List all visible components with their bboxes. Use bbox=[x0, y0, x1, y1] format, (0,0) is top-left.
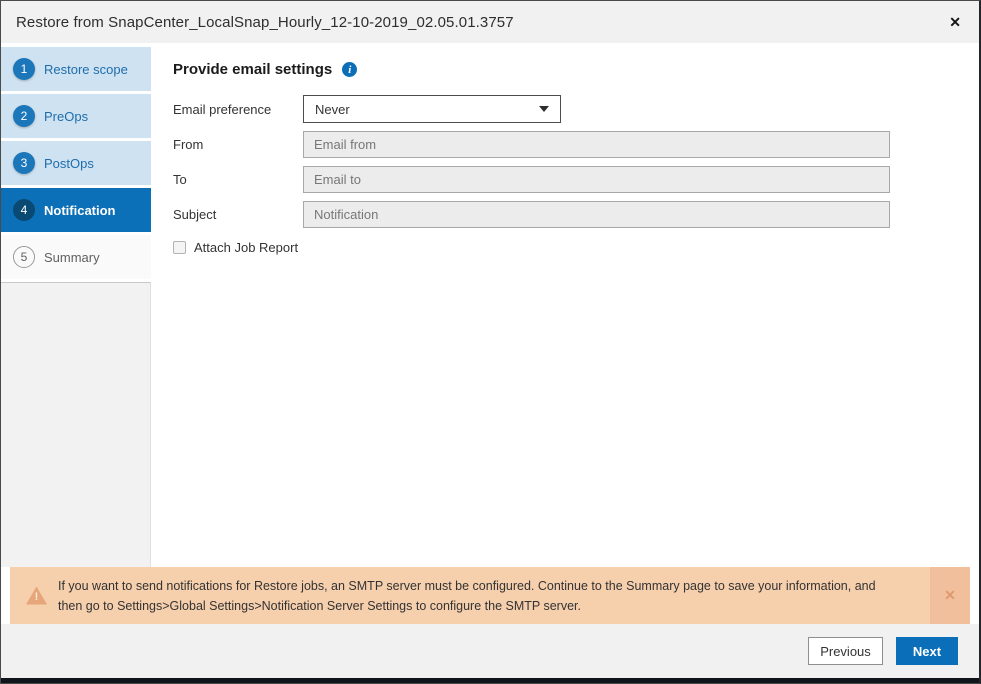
step-label: Summary bbox=[44, 249, 100, 265]
from-label: From bbox=[173, 137, 204, 152]
step-label: PreOps bbox=[44, 108, 89, 124]
warning-message: If you want to send notifications for Re… bbox=[58, 578, 876, 613]
banner-close-icon: ✕ bbox=[944, 587, 956, 603]
email-preference-value: Never bbox=[315, 101, 350, 117]
warning-banner-row: ! If you want to send notifications for … bbox=[1, 567, 979, 624]
step-label: Notification bbox=[44, 202, 116, 218]
email-preference-dropdown[interactable]: Never bbox=[303, 95, 561, 123]
email-preference-label: Email preference bbox=[173, 101, 272, 117]
step-label: PostOps bbox=[44, 155, 94, 171]
page-title: Provide email settings bbox=[173, 61, 333, 78]
wizard-steps-sidebar: 1 Restore scope 2 PreOps 3 PostOps 4 Not… bbox=[1, 43, 151, 567]
sidebar-step-notification[interactable]: 4 Notification bbox=[1, 188, 151, 232]
sidebar-step-restore-scope[interactable]: 1 Restore scope bbox=[1, 47, 151, 91]
step-number-badge: 4 bbox=[13, 199, 35, 221]
attach-job-report-label: Attach Job Report bbox=[194, 240, 299, 255]
notification-form: Provide email settings i Email preferenc… bbox=[151, 43, 979, 567]
dialog-body: 1 Restore scope 2 PreOps 3 PostOps 4 Not… bbox=[1, 43, 979, 567]
sidebar-step-summary[interactable]: 5 Summary bbox=[1, 235, 151, 279]
email-from-field[interactable] bbox=[303, 131, 890, 158]
step-number-badge: 2 bbox=[13, 105, 35, 127]
sidebar-step-preops[interactable]: 2 PreOps bbox=[1, 94, 151, 138]
chevron-down-icon bbox=[539, 106, 549, 112]
step-number-badge: 3 bbox=[13, 152, 35, 174]
sidebar-filler bbox=[1, 282, 151, 567]
email-subject-field[interactable] bbox=[303, 201, 890, 228]
next-button[interactable]: Next bbox=[896, 637, 958, 665]
step-label: Restore scope bbox=[44, 61, 128, 77]
sidebar-step-postops[interactable]: 3 PostOps bbox=[1, 141, 151, 185]
restore-wizard-dialog: Restore from SnapCenter_LocalSnap_Hourly… bbox=[0, 0, 981, 684]
warning-triangle-icon: ! bbox=[26, 586, 47, 605]
close-icon[interactable]: ✕ bbox=[949, 15, 961, 29]
step-number-badge: 5 bbox=[13, 246, 35, 268]
dialog-title: Restore from SnapCenter_LocalSnap_Hourly… bbox=[16, 13, 514, 31]
email-to-field[interactable] bbox=[303, 166, 890, 193]
attach-job-report-checkbox[interactable] bbox=[173, 241, 186, 254]
to-label: To bbox=[173, 172, 187, 187]
banner-dismiss-button[interactable]: ✕ bbox=[930, 567, 970, 624]
dialog-titlebar: Restore from SnapCenter_LocalSnap_Hourly… bbox=[1, 1, 979, 43]
subject-label: Subject bbox=[173, 207, 217, 222]
previous-button[interactable]: Previous bbox=[808, 637, 883, 665]
footer-bar: Previous Next bbox=[1, 624, 979, 678]
info-icon[interactable]: i bbox=[342, 62, 358, 77]
window-bottom-edge bbox=[1, 678, 979, 683]
step-number-badge: 1 bbox=[13, 58, 35, 80]
smtp-warning-banner: ! If you want to send notifications for … bbox=[10, 567, 970, 624]
